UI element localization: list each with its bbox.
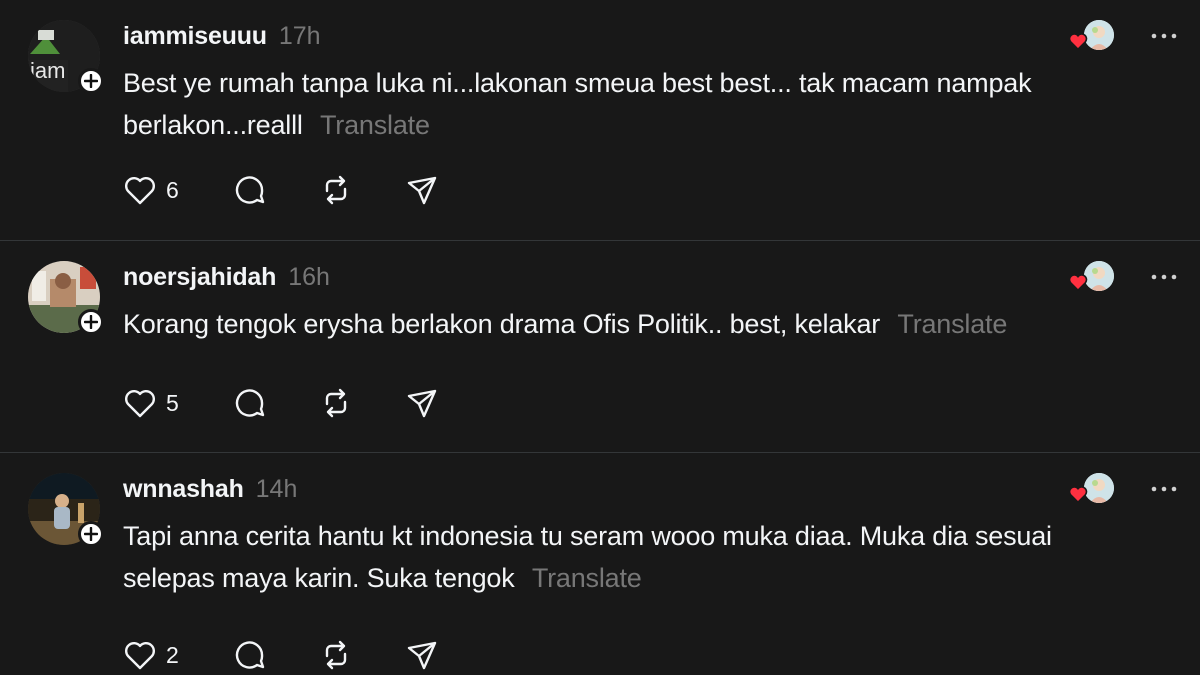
share-button[interactable] xyxy=(404,383,444,423)
liked-by-author-indicator xyxy=(1068,20,1116,52)
action-bar: 2 xyxy=(122,635,444,675)
more-options-button[interactable] xyxy=(1146,473,1182,503)
liked-by-author-indicator xyxy=(1068,261,1116,293)
speech-bubble-icon xyxy=(232,173,268,207)
follow-button[interactable] xyxy=(78,309,104,335)
liked-by-author-indicator xyxy=(1068,473,1116,505)
more-options-button[interactable] xyxy=(1146,20,1182,50)
post-text-block: Korang tengok erysha berlakon drama Ofis… xyxy=(123,303,1143,345)
post-timestamp: 14h xyxy=(255,474,298,503)
speech-bubble-icon xyxy=(232,638,268,672)
paper-plane-icon xyxy=(404,386,440,420)
reply-button[interactable] xyxy=(232,383,318,423)
plus-icon xyxy=(84,527,98,541)
repost-arrows-icon xyxy=(318,173,354,207)
author-mini-avatar xyxy=(1084,261,1114,291)
heart-outline-icon xyxy=(122,173,158,207)
paper-plane-icon xyxy=(404,173,440,207)
like-button[interactable]: 2 xyxy=(122,635,232,675)
post-header: iammiseuuu 17h xyxy=(123,18,321,54)
heart-outline-icon xyxy=(122,638,158,672)
red-heart-icon xyxy=(1068,32,1088,55)
translate-link[interactable]: Translate xyxy=(532,563,642,593)
post-text: Best ye rumah tanpa luka ni...lakonan sm… xyxy=(123,68,1032,140)
post-timestamp: 17h xyxy=(278,21,321,50)
repost-arrows-icon xyxy=(318,638,354,672)
post-text: Korang tengok erysha berlakon drama Ofis… xyxy=(123,309,881,339)
like-button[interactable]: 5 xyxy=(122,383,232,423)
like-count: 6 xyxy=(166,176,179,203)
translate-link[interactable]: Translate xyxy=(897,309,1007,339)
post-header: noersjahidah 16h xyxy=(123,259,330,295)
plus-icon xyxy=(84,74,98,88)
red-heart-icon xyxy=(1068,485,1088,508)
username-link[interactable]: noersjahidah xyxy=(123,263,276,292)
red-heart-icon xyxy=(1068,273,1088,296)
share-button[interactable] xyxy=(404,170,444,210)
author-mini-avatar xyxy=(1084,20,1114,50)
more-dots-icon xyxy=(1151,26,1177,44)
action-bar: 5 xyxy=(122,383,444,423)
reply-post[interactable]: wnnashah 14h Tapi anna cerita hantu kt i… xyxy=(0,453,1200,675)
author-mini-avatar xyxy=(1084,473,1114,503)
repost-button[interactable] xyxy=(318,170,404,210)
svg-text:iam: iam xyxy=(30,58,65,83)
follow-button[interactable] xyxy=(78,68,104,94)
action-bar: 6 xyxy=(122,170,444,210)
repost-arrows-icon xyxy=(318,386,354,420)
avatar-container xyxy=(28,473,104,547)
reply-button[interactable] xyxy=(232,170,318,210)
like-count: 5 xyxy=(166,389,179,416)
share-button[interactable] xyxy=(404,635,444,675)
like-count: 2 xyxy=(166,641,179,668)
post-text-block: Tapi anna cerita hantu kt indonesia tu s… xyxy=(123,515,1143,599)
username-link[interactable]: iammiseuuu xyxy=(123,22,267,51)
heart-outline-icon xyxy=(122,386,158,420)
speech-bubble-icon xyxy=(232,386,268,420)
post-text-block: Best ye rumah tanpa luka ni...lakonan sm… xyxy=(123,62,1143,146)
more-dots-icon xyxy=(1151,479,1177,497)
repost-button[interactable] xyxy=(318,383,404,423)
paper-plane-icon xyxy=(404,638,440,672)
post-header: wnnashah 14h xyxy=(123,471,297,507)
repost-button[interactable] xyxy=(318,635,404,675)
reply-post[interactable]: noersjahidah 16h Korang tengok erysha be… xyxy=(0,241,1200,452)
post-timestamp: 16h xyxy=(288,262,330,291)
follow-button[interactable] xyxy=(78,521,104,547)
reply-button[interactable] xyxy=(232,635,318,675)
like-button[interactable]: 6 xyxy=(122,170,232,210)
translate-link[interactable]: Translate xyxy=(320,110,430,140)
username-link[interactable]: wnnashah xyxy=(123,475,244,504)
more-dots-icon xyxy=(1151,267,1177,285)
avatar-container: iam xyxy=(28,20,104,94)
replies-feed: iam iammiseuuu 17h Best ye rumah tanpa l… xyxy=(0,0,1200,675)
avatar-container xyxy=(28,261,104,335)
more-options-button[interactable] xyxy=(1146,261,1182,291)
reply-post[interactable]: iam iammiseuuu 17h Best ye rumah tanpa l… xyxy=(0,0,1200,240)
plus-icon xyxy=(84,315,98,329)
